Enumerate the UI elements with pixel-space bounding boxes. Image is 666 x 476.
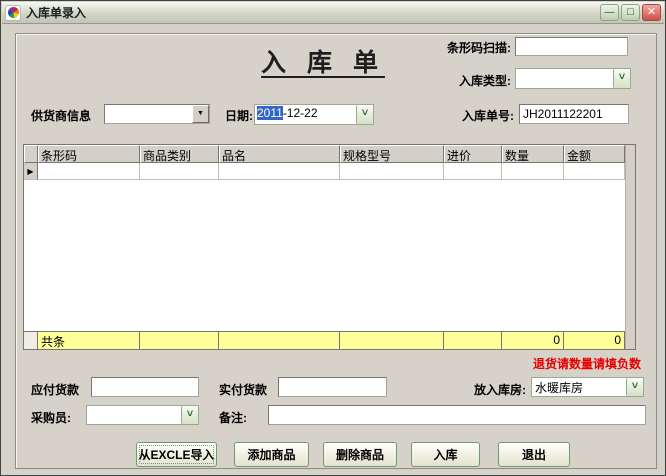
- color-wheel-icon: [7, 7, 19, 18]
- grid-col-header-category[interactable]: 商品类别: [140, 145, 219, 163]
- entry-type-combobox[interactable]: ˅: [515, 68, 631, 89]
- remarks-label: 备注:: [219, 411, 247, 425]
- add-item-button[interactable]: 添加商品: [234, 442, 309, 467]
- payable-label: 应付货款: [31, 383, 80, 397]
- grid-empty-area: [24, 180, 635, 331]
- summary-cell: [340, 331, 444, 349]
- summary-selector-cell: [24, 331, 38, 349]
- form-title: 入 库 单: [261, 49, 385, 77]
- warehouse-label: 放入库房:: [474, 383, 526, 397]
- items-grid: 条形码 商品类别 品名 规格型号 进价 数量 金额 ▶ 共条 0 0: [23, 144, 636, 350]
- paid-input[interactable]: [278, 377, 387, 397]
- stock-in-button[interactable]: 入库: [411, 442, 480, 467]
- grid-col-header-price[interactable]: 进价: [444, 145, 502, 163]
- grid-cell-price[interactable]: [444, 163, 502, 180]
- supplier-label: 供货商信息: [31, 109, 92, 123]
- exit-button[interactable]: 退出: [498, 442, 570, 467]
- chevron-down-icon[interactable]: ˅: [626, 378, 643, 396]
- grid-cell-barcode[interactable]: [38, 163, 140, 180]
- grid-cell-amount[interactable]: [564, 163, 625, 180]
- close-button[interactable]: ✕: [642, 4, 661, 21]
- entry-no-input[interactable]: [519, 104, 629, 124]
- barcode-scan-label: 条形码扫描:: [447, 41, 511, 55]
- purchaser-value: [87, 406, 181, 424]
- summary-label-cell: 共条: [38, 331, 140, 349]
- grid-col-header-amount[interactable]: 金额: [564, 145, 625, 163]
- entry-type-label: 入库类型:: [459, 74, 511, 88]
- negative-qty-notice: 退货请数量请填负数: [532, 357, 641, 371]
- grid-col-header-name[interactable]: 品名: [219, 145, 340, 163]
- chevron-down-icon[interactable]: ˅: [181, 406, 198, 424]
- grid-data-row[interactable]: ▶: [24, 163, 625, 180]
- summary-amount-total: 0: [564, 331, 625, 349]
- grid-col-header-qty[interactable]: 数量: [502, 145, 564, 163]
- entry-no-label: 入库单号:: [462, 109, 514, 123]
- app-icon: [5, 4, 21, 21]
- chevron-down-icon[interactable]: ˅: [356, 105, 373, 124]
- delete-item-button[interactable]: 删除商品: [323, 442, 397, 467]
- date-selected-segment: 2011: [257, 106, 283, 120]
- paid-label: 实付货款: [219, 383, 268, 397]
- purchaser-combobox[interactable]: ˅: [86, 405, 199, 425]
- supplier-value: [105, 105, 192, 123]
- grid-selector-header: [24, 145, 38, 163]
- window-title: 入库单录入: [26, 6, 87, 20]
- date-value: 2011-12-22: [255, 105, 356, 124]
- row-selector-arrow-icon[interactable]: ▶: [24, 163, 38, 180]
- supplier-combobox[interactable]: ▼: [104, 104, 210, 124]
- grid-cell-category[interactable]: [140, 163, 219, 180]
- title-bar[interactable]: 入库单录入 — □ ✕: [2, 2, 664, 24]
- remarks-input[interactable]: [268, 405, 646, 425]
- date-rest-segment: -12-22: [282, 106, 318, 120]
- warehouse-value: 水暖库房: [535, 381, 584, 395]
- summary-qty-total: 0: [502, 331, 564, 349]
- import-excel-button[interactable]: 从EXCLE导入: [136, 442, 217, 467]
- summary-cell: [219, 331, 340, 349]
- date-picker[interactable]: 2011-12-22 ˅: [254, 104, 374, 125]
- minimize-button[interactable]: —: [600, 4, 619, 21]
- warehouse-combobox[interactable]: 水暖库房 ˅: [531, 377, 644, 397]
- grid-cell-spec[interactable]: [340, 163, 444, 180]
- summary-cell: [140, 331, 219, 349]
- entry-type-value: [516, 69, 613, 88]
- grid-right-filler: [625, 145, 635, 349]
- purchaser-label: 采购员:: [31, 411, 71, 425]
- grid-cell-qty[interactable]: [502, 163, 564, 180]
- date-label: 日期:: [225, 109, 253, 123]
- grid-col-header-barcode[interactable]: 条形码: [38, 145, 140, 163]
- payable-input[interactable]: [91, 377, 199, 397]
- chevron-down-icon[interactable]: ˅: [613, 69, 630, 88]
- grid-header-row: 条形码 商品类别 品名 规格型号 进价 数量 金额: [24, 145, 625, 163]
- dropdown-arrow-icon[interactable]: ▼: [192, 105, 209, 123]
- warehouse-entry-window: 入库单录入 — □ ✕ 入 库 单 条形码扫描: 入库类型: ˅ 供货商信息 ▼…: [0, 0, 666, 476]
- grid-cell-name[interactable]: [219, 163, 340, 180]
- maximize-button[interactable]: □: [621, 4, 640, 21]
- summary-cell: [444, 331, 502, 349]
- barcode-scan-input[interactable]: [515, 37, 628, 56]
- grid-col-header-spec[interactable]: 规格型号: [340, 145, 444, 163]
- grid-summary-row: 共条 0 0: [24, 331, 625, 349]
